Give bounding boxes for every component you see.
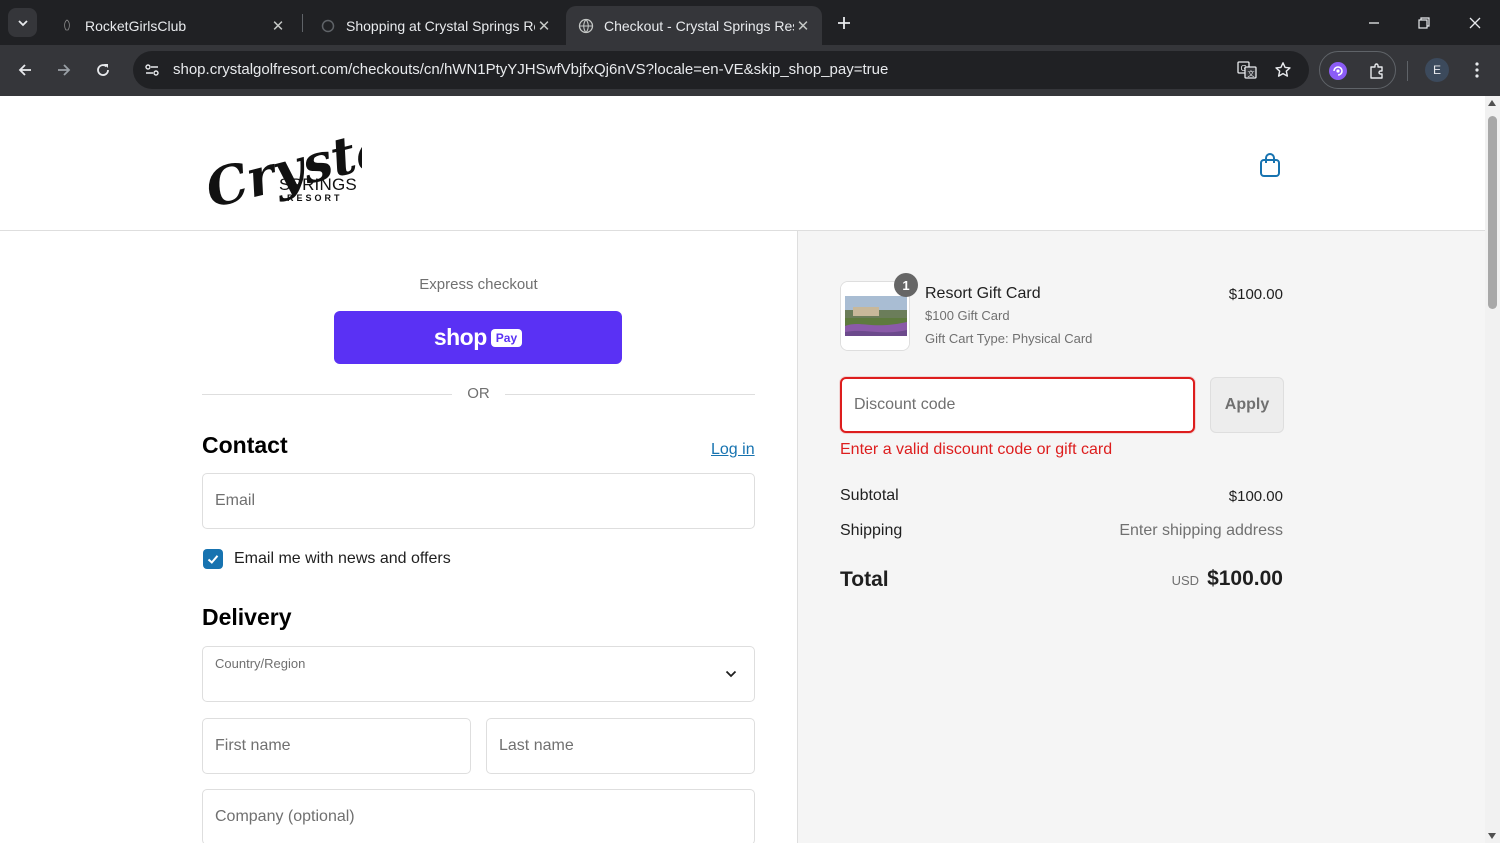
shopping-bag-icon[interactable] <box>1256 150 1284 180</box>
address-bar[interactable]: shop.crystalgolfresort.com/checkouts/cn/… <box>133 51 1309 89</box>
express-checkout-label: Express checkout <box>419 276 538 293</box>
company-field[interactable]: Company (optional) <box>202 789 755 843</box>
product-price: $100.00 <box>1228 286 1283 303</box>
discount-error-message: Enter a valid discount code or gift card <box>840 441 1113 458</box>
browser-toolbar: shop.crystalgolfresort.com/checkouts/cn/… <box>0 45 1500 96</box>
loading-favicon-icon <box>320 18 336 34</box>
tab-separator <box>302 14 303 32</box>
total-label: Total <box>840 568 889 591</box>
tab-title: Shopping at Crystal Springs Res <box>346 17 535 34</box>
store-logo[interactable]: Crystal SPRINGS RESORT <box>200 111 414 220</box>
close-window-icon[interactable] <box>1460 8 1490 38</box>
company-placeholder: Company (optional) <box>215 808 355 825</box>
close-icon[interactable]: ✕ <box>794 17 812 35</box>
total-currency: USD <box>1171 573 1200 588</box>
email-placeholder: Email <box>215 492 256 509</box>
back-icon[interactable] <box>12 57 38 83</box>
country-region-label: Country/Region <box>215 656 306 671</box>
divider-line <box>505 394 755 395</box>
shipping-value: Enter shipping address <box>1119 522 1283 539</box>
delivery-heading: Delivery <box>202 604 292 630</box>
quantity-badge: 1 <box>894 273 918 297</box>
checkout-page: Crystal SPRINGS RESORT Express checkout … <box>0 96 1485 843</box>
shop-pay-pill: Pay <box>490 328 523 347</box>
newsletter-checkbox[interactable] <box>203 549 223 569</box>
store-header: Crystal SPRINGS RESORT <box>0 96 1485 231</box>
restore-icon[interactable] <box>1409 8 1439 38</box>
forward-icon[interactable] <box>51 57 77 83</box>
logo-resort-text: RESORT <box>287 193 343 203</box>
new-tab-icon[interactable] <box>832 11 856 35</box>
scrollbar-thumb[interactable] <box>1488 116 1497 309</box>
logo-springs-text: SPRINGS <box>279 175 357 194</box>
discount-placeholder: Discount code <box>854 396 956 413</box>
profile-avatar[interactable]: E <box>1425 58 1449 82</box>
newsletter-label[interactable]: Email me with news and offers <box>234 550 451 568</box>
shop-pay-button[interactable]: shop Pay <box>334 311 622 364</box>
or-divider: OR <box>202 384 755 404</box>
shipping-label: Shipping <box>840 522 903 539</box>
subtotal-value: $100.00 <box>1228 488 1283 505</box>
svg-text:文: 文 <box>1248 69 1255 78</box>
extension-icon[interactable] <box>1327 60 1349 82</box>
puzzle-icon[interactable] <box>1366 60 1388 82</box>
page-scrollbar[interactable] <box>1485 96 1500 843</box>
chevron-down-icon <box>724 667 738 681</box>
subtotal-label: Subtotal <box>840 487 899 504</box>
order-summary-panel: 1 Resort Gift Card $100 Gift Card Gift C… <box>797 231 1485 843</box>
rocket-favicon-icon <box>59 18 75 34</box>
browser-tab-active[interactable]: Checkout - Crystal Springs Reso ✕ <box>566 6 822 45</box>
first-name-placeholder: First name <box>215 737 291 754</box>
log-in-link[interactable]: Log in <box>711 441 755 459</box>
browser-tab[interactable]: RocketGirlsClub ✕ <box>47 6 297 45</box>
checkout-form-panel: Express checkout shop Pay OR Contact Log… <box>0 231 797 843</box>
url-text: shop.crystalgolfresort.com/checkouts/cn/… <box>173 61 889 78</box>
toolbar-separator <box>1407 61 1408 81</box>
extensions-group <box>1319 51 1396 89</box>
scroll-up-arrow-icon[interactable] <box>1488 100 1496 106</box>
product-variant: $100 Gift Card <box>925 308 1010 323</box>
bookmark-star-icon[interactable] <box>1272 59 1294 81</box>
globe-favicon-icon <box>578 18 594 34</box>
product-property: Gift Cart Type: Physical Card <box>925 331 1093 346</box>
reload-icon[interactable] <box>90 57 116 83</box>
tab-search-icon[interactable] <box>8 8 37 37</box>
site-settings-icon[interactable] <box>142 60 162 80</box>
contact-heading: Contact <box>202 432 288 458</box>
country-region-select[interactable]: Country/Region <box>202 646 755 702</box>
translate-icon[interactable]: G文 <box>1236 59 1258 81</box>
scroll-down-arrow-icon[interactable] <box>1488 833 1496 839</box>
discount-code-input[interactable]: Discount code <box>840 377 1195 433</box>
check-icon <box>207 555 219 564</box>
last-name-placeholder: Last name <box>499 737 574 754</box>
tab-title: Checkout - Crystal Springs Reso <box>604 17 794 34</box>
last-name-field[interactable]: Last name <box>486 718 755 774</box>
total-amount: $100.00 <box>1207 567 1283 590</box>
close-icon[interactable]: ✕ <box>535 17 553 35</box>
shop-pay-wordmark: shop <box>433 324 487 350</box>
total-value-group: USD $100.00 <box>1172 567 1283 591</box>
first-name-field[interactable]: First name <box>202 718 471 774</box>
minimize-icon[interactable] <box>1359 8 1389 38</box>
tab-title: RocketGirlsClub <box>85 17 187 34</box>
email-field[interactable]: Email <box>202 473 755 529</box>
apply-discount-button[interactable]: Apply <box>1210 377 1284 433</box>
browser-tab[interactable]: Shopping at Crystal Springs Res ✕ <box>308 6 563 45</box>
product-name: Resort Gift Card <box>925 285 1041 302</box>
browser-tab-bar: RocketGirlsClub ✕ Shopping at Crystal Sp… <box>0 0 1500 45</box>
close-icon[interactable]: ✕ <box>269 17 287 35</box>
menu-dots-icon[interactable] <box>1465 57 1489 83</box>
